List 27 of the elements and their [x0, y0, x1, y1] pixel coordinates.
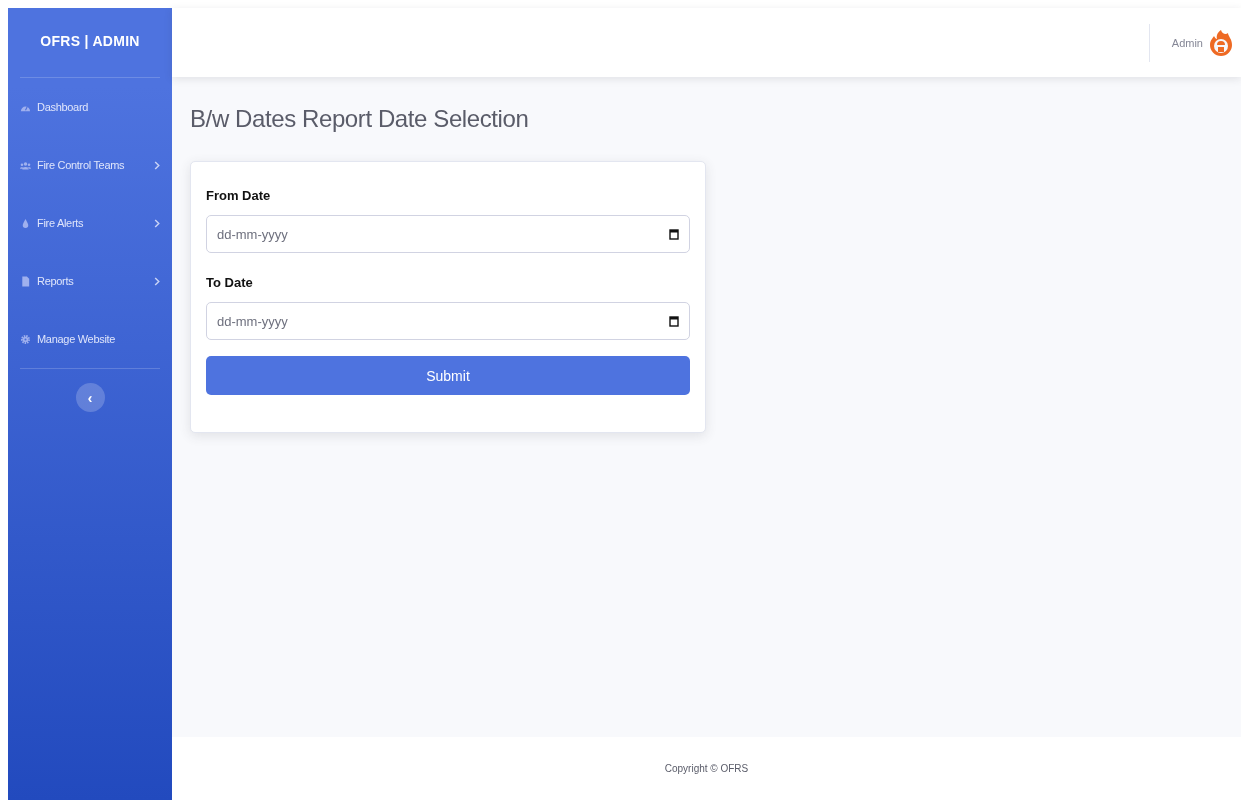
nav-label: Fire Alerts: [37, 217, 85, 229]
nav-item[interactable]: Fire Alerts: [20, 194, 160, 252]
date-field[interactable]: dd-mm-yyyy: [206, 215, 690, 253]
calendar-icon[interactable]: [669, 315, 679, 327]
field-label: To Date: [206, 275, 254, 290]
users-icon: [20, 159, 31, 171]
calendar-icon[interactable]: [669, 228, 679, 240]
page-title: B/w Dates Report Date Selection: [190, 105, 530, 133]
date-field[interactable]: dd-mm-yyyy: [206, 302, 690, 340]
nav-item[interactable]: Reports: [20, 252, 160, 310]
settings-icon: [20, 333, 31, 345]
collapse-button[interactable]: ‹: [75, 383, 105, 412]
nav-label: Fire Control Teams: [37, 159, 126, 171]
nav-label: Manage Website: [37, 333, 117, 345]
nav-item[interactable]: Manage Website: [20, 310, 160, 368]
nav-label: Dashboard: [37, 101, 90, 113]
copyright-text: Copyright © OFRS: [664, 763, 749, 774]
brand-title[interactable]: OFRS | ADMIN: [20, 8, 160, 77]
nav-item[interactable]: Fire Control Teams: [20, 136, 160, 194]
field-label: From Date: [206, 188, 272, 203]
flame-avatar-icon[interactable]: [1209, 28, 1233, 57]
user-name[interactable]: Admin: [1171, 36, 1203, 49]
nav-item[interactable]: Dashboard: [20, 78, 160, 136]
nav-label: Reports: [37, 275, 75, 287]
submit-button[interactable]: Submit: [206, 356, 690, 395]
drop-icon: [20, 217, 31, 229]
file-icon: [20, 275, 31, 287]
